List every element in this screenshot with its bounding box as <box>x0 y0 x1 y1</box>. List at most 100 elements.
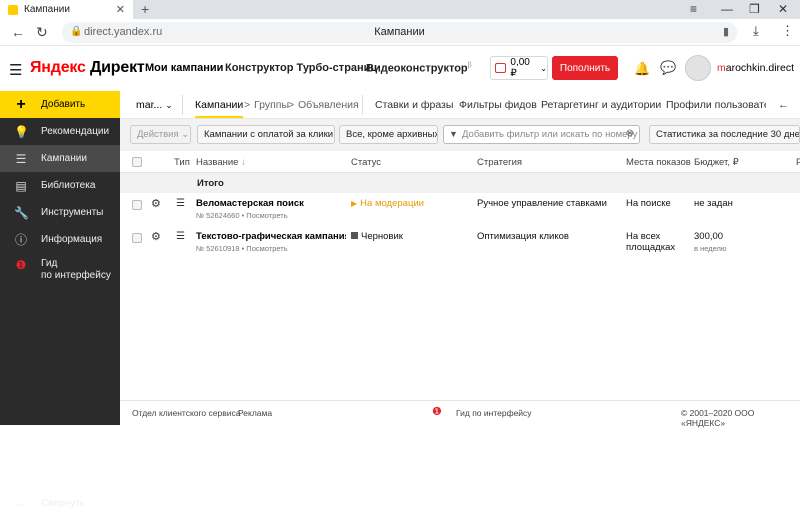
campaign-name-link[interactable]: Веломастерская поиск <box>196 198 346 209</box>
filter-placeholder: Добавить фильтр или искать по номеру <box>462 129 638 140</box>
footer-service-link[interactable]: Отдел клиентского сервиса <box>132 408 240 418</box>
browser-menu-icon[interactable]: ⋮ <box>781 23 794 39</box>
tab-retargeting[interactable]: Ретаргетинг и аудитории <box>541 99 661 111</box>
nav-my-campaigns[interactable]: Мои кампании <box>145 62 223 74</box>
sidebar-item-label: Добавить <box>41 99 86 110</box>
footer-guide-link[interactable]: Гид по интерфейсу <box>456 408 532 418</box>
sidebar-item-library[interactable]: ▤ Библиотека <box>0 172 120 199</box>
browser-tab-strip: Кампании ✕ + ≡ — ❐ ✕ <box>0 0 800 19</box>
column-budget[interactable]: Бюджет, ₽ <box>694 157 739 168</box>
sub-navigation: mar... ⌄ Кампании > Группы > Объявления … <box>120 91 800 119</box>
filter-search-input[interactable]: ▼ Добавить фильтр или искать по номеру ⊗ <box>443 125 640 144</box>
tab-bids-phrases[interactable]: Ставки и фразы <box>375 99 453 111</box>
column-places[interactable]: Места показов <box>626 157 691 168</box>
stats-label: Статистика за последние 30 дней <box>656 129 800 140</box>
footer-ads-link[interactable]: Реклама <box>238 408 272 418</box>
sidebar-item-label: Библиотека <box>41 180 96 191</box>
strategy-text: Оптимизация кликов <box>477 231 569 242</box>
strategy-text: Ручное управление ставками <box>477 198 607 209</box>
column-name[interactable]: Название ↓ <box>196 157 246 168</box>
status-text: Черновик <box>361 231 403 242</box>
yandex-direct-logo[interactable]: Яндекс Директ <box>30 59 145 77</box>
close-tab-icon[interactable]: ✕ <box>116 3 125 16</box>
topup-button[interactable]: Пополнить <box>552 56 618 80</box>
tab-feed-filters[interactable]: Фильтры фидов <box>459 99 537 111</box>
campaign-id-number: № 52624660 <box>196 211 240 220</box>
breadcrumb-campaigns[interactable]: Кампании <box>195 99 243 111</box>
filter-funnel-icon: ▼ <box>449 129 458 139</box>
browser-tab[interactable]: Кампании ✕ <box>0 0 133 19</box>
column-extra: Р <box>796 157 800 168</box>
chat-icon[interactable]: 💬 <box>660 60 676 76</box>
archive-filter-dropdown[interactable]: Все, кроме архивных ⌄ <box>339 125 438 144</box>
tab-search-icon[interactable]: ≡ <box>690 2 697 16</box>
breadcrumb-groups[interactable]: Группы <box>254 99 289 111</box>
row-checkbox[interactable] <box>132 233 142 243</box>
user-login[interactable]: marochkin.direct <box>717 62 794 74</box>
sidebar-item-add[interactable]: + Добавить <box>0 91 120 118</box>
places-text: На всех площадках <box>626 231 676 253</box>
hamburger-menu-icon[interactable]: ☰ <box>9 61 22 79</box>
table-row: ⚙ ☰ Веломастерская поиск № 52624660 • По… <box>120 195 800 227</box>
balance-widget[interactable]: 0,00 ₽ ⌄ <box>490 56 548 80</box>
column-strategy[interactable]: Стратегия <box>477 157 522 168</box>
sidebar-item-guide[interactable]: ❶ Гид по интерфейсу <box>0 254 120 288</box>
column-type: Тип <box>174 157 190 168</box>
actions-label: Действия <box>137 129 179 140</box>
column-status[interactable]: Статус <box>351 157 381 168</box>
filter-bar: Действия ⌄ Кампании с оплатой за клики ⌄… <box>120 119 800 151</box>
tab-user-profiles[interactable]: Профили пользователе <box>666 99 766 111</box>
avatar[interactable] <box>685 55 711 81</box>
user-login-rest: arochkin.direct <box>725 62 795 74</box>
stats-period-dropdown[interactable]: Статистика за последние 30 дней ⌄ <box>649 125 800 144</box>
url-field[interactable]: Кампании 🔒 direct.yandex.ru ▮ <box>62 22 737 43</box>
chevron-down-icon: ⌄ <box>540 63 547 73</box>
nav-turbo-constructor[interactable]: Конструктор Турбо-страниц <box>225 62 377 74</box>
totals-row: Итого <box>120 173 800 193</box>
page-title: Кампании <box>374 26 425 38</box>
scroll-left-icon[interactable]: ← <box>778 99 789 111</box>
notification-bell-icon[interactable]: 🔔 <box>634 61 650 77</box>
divider <box>362 95 363 115</box>
beta-badge: β <box>467 62 472 69</box>
sidebar-item-campaigns[interactable]: ☰ Кампании <box>0 145 120 172</box>
breadcrumb-ads[interactable]: Объявления <box>298 99 359 111</box>
window-close-icon[interactable]: ✕ <box>778 2 788 16</box>
guide-icon: ❶ <box>15 258 27 272</box>
gear-icon[interactable]: ⚙ <box>151 230 161 243</box>
client-login-label: mar... <box>136 99 163 111</box>
row-checkbox[interactable] <box>132 200 142 210</box>
lock-icon: 🔒 <box>70 26 83 37</box>
campaign-id: № 52624660 • Посмотреть <box>196 211 288 220</box>
sidebar-item-tools[interactable]: 🔧 Инструменты <box>0 199 120 226</box>
client-login-dropdown[interactable]: mar... ⌄ <box>136 99 173 111</box>
restore-icon[interactable]: ❐ <box>749 2 760 16</box>
copyright: © 2001–2020 ООО «ЯНДЕКС» <box>681 408 755 428</box>
column-name-label: Название <box>196 157 239 168</box>
address-bar-row: ← ↻ Кампании 🔒 direct.yandex.ru ▮ ⤓ ⋮ <box>0 19 800 46</box>
gear-icon[interactable]: ⚙ <box>151 197 161 210</box>
logo-brand: Яндекс <box>30 59 86 76</box>
guide-icon: ❶ <box>432 406 442 418</box>
nav-video-constructor[interactable]: Видеоконструкторβ <box>366 62 472 75</box>
chevron-down-icon: ⌄ <box>181 129 190 140</box>
view-link[interactable]: Посмотреть <box>246 244 287 253</box>
minimize-icon[interactable]: — <box>721 2 733 16</box>
actions-dropdown[interactable]: Действия ⌄ <box>130 125 191 144</box>
select-all-checkbox[interactable] <box>132 157 142 167</box>
logo-product: Директ <box>89 59 145 76</box>
sidebar-item-info[interactable]: ⓘ Информация <box>0 226 120 253</box>
new-tab-icon[interactable]: + <box>141 1 149 17</box>
bookmark-icon[interactable]: ▮ <box>723 25 729 38</box>
reload-icon[interactable]: ↻ <box>36 24 48 41</box>
download-icon[interactable]: ⤓ <box>753 23 759 39</box>
clear-icon[interactable]: ⊗ <box>626 128 634 139</box>
view-link[interactable]: Посмотреть <box>246 211 287 220</box>
back-icon[interactable]: ← <box>11 24 25 40</box>
collapse-sidebar-button[interactable]: ← Свернуть <box>0 492 120 516</box>
campaign-name-link[interactable]: Текстово-графическая кампания №1 с <box>196 231 346 242</box>
wallet-icon <box>495 63 507 73</box>
payment-type-dropdown[interactable]: Кампании с оплатой за клики ⌄ <box>197 125 335 144</box>
budget-text: не задан <box>694 198 733 209</box>
sidebar-item-recommendations[interactable]: 💡 Рекомендации <box>0 118 120 145</box>
